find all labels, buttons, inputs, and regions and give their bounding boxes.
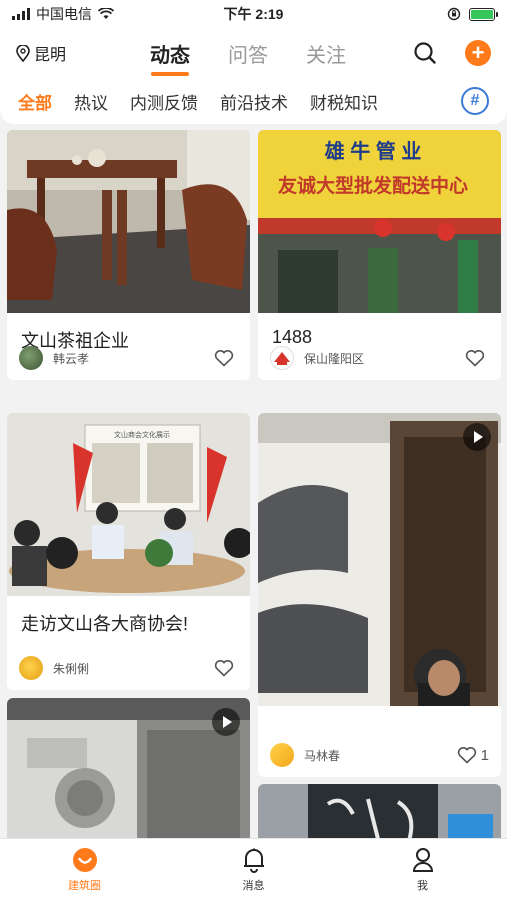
exhibit-board-text: 文山商会文化展示 (114, 430, 170, 439)
post-image-tea-furniture (7, 130, 250, 313)
category-tax-knowledge[interactable]: 财税知识 (310, 89, 378, 114)
category-beta-feedback[interactable]: 内测反馈 (130, 89, 198, 114)
avatar[interactable] (270, 743, 294, 767)
person-icon (412, 847, 433, 872)
play-icon[interactable] (463, 423, 491, 451)
avatar[interactable] (19, 346, 43, 370)
post-video-carving (258, 413, 501, 706)
category-bar: 全部 热议 内测反馈 前沿技术 财税知识 # (0, 78, 507, 124)
search-icon[interactable] (413, 41, 437, 65)
post-card[interactable]: 文山商会文化展示 走访文山各大商协会! 朱俐俐 (7, 413, 250, 690)
location-selector[interactable]: 昆明 (16, 41, 136, 65)
post-image-meeting: 文山商会文化展示 (7, 413, 250, 596)
tab-dongtai[interactable]: 动态 (150, 39, 190, 68)
nav-label: 我 (417, 879, 428, 892)
avatar[interactable] (270, 346, 294, 370)
avatar[interactable] (19, 656, 43, 680)
author-name[interactable]: 保山隆阳区 (304, 350, 364, 367)
heart-icon (214, 350, 234, 367)
like-count: 1 (480, 746, 489, 764)
category-all[interactable]: 全部 (18, 89, 52, 114)
post-image-calligraphy (258, 784, 501, 838)
post-card[interactable]: 马林春 1 (258, 413, 501, 777)
nav-label: 建筑圈 (68, 879, 101, 892)
post-feed[interactable]: 文山茶祖企业 韩云孝 雄 牛 管 业 友诚大型批发配送中心 1488 保山隆阳区… (0, 130, 507, 838)
status-bar: 中国电信 下午 2:19 (0, 0, 507, 28)
post-card[interactable] (7, 698, 250, 838)
orientation-lock-icon (447, 7, 461, 21)
heart-icon (214, 660, 234, 677)
like-button[interactable] (214, 349, 238, 367)
post-title: 1488 (272, 327, 313, 347)
status-time: 下午 2:19 (223, 6, 284, 22)
top-header: 昆明 动态 问答 关注 + (0, 28, 507, 78)
wifi-icon (98, 8, 114, 19)
author-name[interactable]: 马林春 (304, 747, 340, 764)
play-icon[interactable] (212, 708, 240, 736)
sign-line-1: 雄 牛 管 业 (324, 139, 422, 163)
tab-guanzhu[interactable]: 关注 (306, 39, 346, 68)
category-hot[interactable]: 热议 (74, 89, 108, 114)
post-card[interactable] (258, 784, 501, 838)
like-button[interactable] (465, 349, 489, 367)
bell-icon (243, 848, 264, 873)
hashtag-icon[interactable]: # (461, 87, 489, 115)
nav-profile[interactable]: 我 (338, 839, 507, 900)
location-pin-icon (16, 44, 30, 62)
create-post-button[interactable]: + (465, 40, 491, 66)
bottom-nav: 建筑圈 消息 我 (0, 838, 507, 900)
heart-icon (457, 747, 476, 764)
post-card[interactable]: 雄 牛 管 业 友诚大型批发配送中心 1488 保山隆阳区 (258, 130, 501, 380)
sign-line-2: 友诚大型批发配送中心 (278, 174, 468, 197)
battery-icon (469, 7, 498, 21)
signal-icon (12, 8, 30, 20)
like-button[interactable]: 1 (457, 746, 489, 764)
location-label: 昆明 (34, 47, 67, 64)
post-card[interactable]: 文山茶祖企业 韩云孝 (7, 130, 250, 380)
author-name[interactable]: 韩云孝 (53, 350, 89, 367)
feed-tabs: 动态 问答 关注 (150, 39, 346, 68)
category-frontier-tech[interactable]: 前沿技术 (220, 89, 288, 114)
post-image-shop-sign: 雄 牛 管 业 友诚大型批发配送中心 (258, 130, 501, 313)
author-name[interactable]: 朱俐俐 (53, 660, 89, 677)
heart-icon (465, 350, 485, 367)
like-button[interactable] (214, 659, 238, 677)
smile-icon (72, 847, 97, 872)
nav-jianzhuquan[interactable]: 建筑圈 (0, 839, 169, 900)
nav-label: 消息 (242, 879, 265, 892)
post-title: 走访文山各大商协会! (21, 614, 189, 634)
nav-messages[interactable]: 消息 (169, 839, 338, 900)
post-video-stone-relief (7, 698, 250, 838)
tab-wenda[interactable]: 问答 (228, 39, 268, 68)
carrier-label: 中国电信 (36, 6, 92, 22)
